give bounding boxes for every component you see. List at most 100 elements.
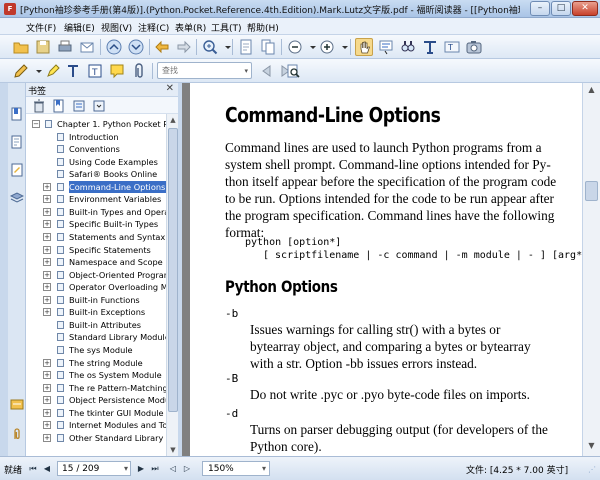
print-icon[interactable] xyxy=(56,38,74,56)
snapshot-icon[interactable] xyxy=(465,38,483,56)
bookmark-options-icon[interactable] xyxy=(92,99,106,113)
bookmark-item[interactable]: + Specific Statements xyxy=(26,244,166,256)
zoom-in-circle-icon[interactable] xyxy=(318,38,336,56)
bookmark-item[interactable]: + Operator Overloading M xyxy=(26,281,166,293)
textbox-icon[interactable]: T xyxy=(86,62,104,80)
note-icon[interactable] xyxy=(108,62,126,80)
bookmark-item[interactable]: + Internet Modules and To xyxy=(26,419,166,431)
bookmark-item[interactable]: + The tkinter GUI Module xyxy=(26,407,166,419)
bookmark-item[interactable]: Standard Library Module xyxy=(26,331,166,343)
expand-icon[interactable]: + xyxy=(43,308,51,317)
find-previous-icon[interactable] xyxy=(258,62,276,80)
bookmark-item[interactable]: + Built-in Exceptions xyxy=(26,306,166,318)
pencil-icon[interactable] xyxy=(12,62,30,80)
last-page-icon[interactable]: ⏭ xyxy=(149,463,161,475)
bookmark-item[interactable]: + Specific Built-in Types xyxy=(26,218,166,230)
page-number-field[interactable]: 15 / 209 ▾ xyxy=(57,461,131,476)
save-icon[interactable] xyxy=(34,38,52,56)
go-forward-icon[interactable]: ▷ xyxy=(181,463,193,475)
document-scroll-thumb[interactable] xyxy=(585,181,598,201)
email-icon[interactable] xyxy=(78,38,96,56)
bookmark-item[interactable]: Built-in Attributes xyxy=(26,319,166,331)
doc-scroll-down-icon[interactable]: ▼ xyxy=(585,441,598,454)
bookmark-item[interactable]: + Object Persistence Modu xyxy=(26,394,166,406)
expand-bookmark-icon[interactable] xyxy=(72,99,86,113)
typewriter-icon[interactable]: T xyxy=(443,38,461,56)
zoom-out-circle-icon[interactable] xyxy=(286,38,304,56)
text-viewer-icon[interactable] xyxy=(421,38,439,56)
expand-icon[interactable]: + xyxy=(43,258,51,267)
zoom-dropdown-icon[interactable] xyxy=(219,38,231,56)
bookmark-item[interactable]: + The os System Module xyxy=(26,369,166,381)
pages-tab-icon[interactable] xyxy=(10,135,24,149)
forward-arrow-icon[interactable] xyxy=(174,38,192,56)
open-folder-icon[interactable] xyxy=(12,38,30,56)
expand-icon[interactable]: + xyxy=(43,358,51,367)
add-bookmark-icon[interactable] xyxy=(52,99,66,113)
bookmark-item[interactable]: + Object-Oriented Progran xyxy=(26,269,166,281)
search-input[interactable] xyxy=(158,63,234,78)
highlight-icon[interactable] xyxy=(44,62,62,80)
collapse-icon[interactable]: − xyxy=(32,120,40,128)
bookmark-item[interactable]: + Built-in Functions xyxy=(26,294,166,306)
bookmark-scroll-thumb[interactable] xyxy=(168,128,178,412)
select-text-icon[interactable] xyxy=(377,38,395,56)
back-arrow-icon[interactable] xyxy=(154,38,172,56)
doc-scroll-up-icon[interactable]: ▲ xyxy=(585,85,598,98)
bookmark-item[interactable]: + Command-Line Options xyxy=(26,180,166,193)
expand-icon[interactable]: + xyxy=(43,421,51,430)
resize-grip-icon[interactable]: ⋰ xyxy=(588,465,598,475)
scroll-down-icon[interactable] xyxy=(127,38,145,56)
bookmark-item[interactable]: + Environment Variables xyxy=(26,193,166,205)
expand-icon[interactable]: + xyxy=(43,433,51,442)
page-dropdown-icon[interactable]: ▾ xyxy=(124,464,128,473)
zoom-in-dropdown-icon[interactable] xyxy=(336,38,348,56)
scroll-up-icon[interactable] xyxy=(105,38,123,56)
comments-tab-icon[interactable] xyxy=(10,163,24,177)
menu-view[interactable]: 视图(V) xyxy=(101,21,132,34)
hand-tool-icon[interactable] xyxy=(355,38,373,56)
menu-file[interactable]: 文件(F) xyxy=(26,21,56,34)
close-button[interactable]: ✕ xyxy=(572,1,598,16)
expand-icon[interactable]: + xyxy=(43,207,51,216)
single-page-icon[interactable] xyxy=(237,38,255,56)
expand-icon[interactable]: + xyxy=(43,195,51,204)
bookmark-item[interactable]: + Built-in Types and Opera xyxy=(26,206,166,218)
continuous-page-icon[interactable] xyxy=(259,38,277,56)
maximize-button[interactable]: □ xyxy=(551,1,571,16)
zoom-out-dropdown-icon[interactable] xyxy=(304,38,316,56)
text-tool-icon[interactable] xyxy=(64,62,82,80)
bookmark-item[interactable]: + Statements and Syntax xyxy=(26,231,166,243)
expand-icon[interactable]: + xyxy=(43,182,51,191)
zoom-level[interactable]: 150% xyxy=(208,464,234,474)
bookmark-chapter[interactable]: − Chapter 1. Python Pocket R xyxy=(26,118,166,130)
attachments-tab-icon[interactable] xyxy=(10,397,24,411)
expand-icon[interactable]: + xyxy=(43,245,51,254)
menu-help[interactable]: 帮助(H) xyxy=(247,21,279,34)
zoom-select[interactable]: 150% ▾ xyxy=(202,461,270,476)
bookmark-item[interactable]: Using Code Examples xyxy=(26,156,166,168)
search-dropdown-icon[interactable]: ▾ xyxy=(244,67,248,75)
menu-tools[interactable]: 工具(T) xyxy=(211,21,242,34)
expand-icon[interactable]: + xyxy=(43,233,51,241)
bookmarks-tab-icon[interactable] xyxy=(10,107,24,121)
delete-bookmark-icon[interactable] xyxy=(32,99,46,113)
paperclip-icon[interactable] xyxy=(10,427,24,441)
layers-tab-icon[interactable] xyxy=(10,191,24,205)
attach-file-icon[interactable] xyxy=(130,62,148,80)
expand-icon[interactable]: + xyxy=(43,396,51,405)
zoom-dropdown-icon[interactable]: ▾ xyxy=(262,464,266,473)
expand-icon[interactable]: + xyxy=(43,270,51,279)
first-page-icon[interactable]: ⏮ xyxy=(27,463,39,475)
bookmark-item[interactable]: + The string Module xyxy=(26,357,166,369)
expand-icon[interactable]: + xyxy=(43,295,51,304)
bookmark-item[interactable]: + The re Pattern-Matching xyxy=(26,382,166,394)
expand-icon[interactable]: + xyxy=(43,408,51,417)
go-back-icon[interactable]: ◁ xyxy=(167,463,179,475)
bookmark-item[interactable]: Safari® Books Online xyxy=(26,168,166,180)
expand-icon[interactable]: + xyxy=(43,220,51,229)
menu-comment[interactable]: 注释(C) xyxy=(138,21,169,34)
zoom-in-icon[interactable] xyxy=(201,38,219,56)
bookmark-scrollbar[interactable]: ▲ ▼ xyxy=(166,114,178,456)
bookmark-item[interactable]: Conventions xyxy=(26,143,166,155)
